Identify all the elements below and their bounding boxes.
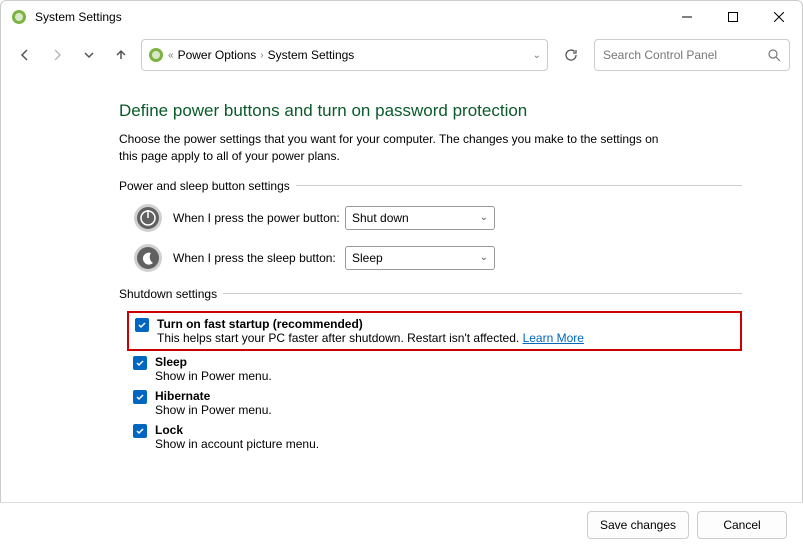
recent-locations-button[interactable] xyxy=(77,43,101,67)
content-area: Define power buttons and turn on passwor… xyxy=(1,77,802,451)
sleep-button-value: Sleep xyxy=(352,251,383,265)
shutdown-settings-group: Shutdown settings Turn on fast startup (… xyxy=(119,287,742,451)
fast-startup-checkbox[interactable] xyxy=(135,318,149,332)
window-title: System Settings xyxy=(35,10,664,24)
power-button-label: When I press the power button: xyxy=(173,211,345,225)
power-button-icon xyxy=(133,203,163,233)
minimize-button[interactable] xyxy=(664,1,710,33)
power-options-icon xyxy=(148,47,164,63)
sleep-button-select[interactable]: Sleep ⌄ xyxy=(345,246,495,270)
sleep-option-label: Sleep xyxy=(155,355,272,369)
breadcrumb-prefix-icon: « xyxy=(168,50,174,61)
hibernate-option-label: Hibernate xyxy=(155,389,272,403)
maximize-button[interactable] xyxy=(710,1,756,33)
sleep-checkbox[interactable] xyxy=(133,356,147,370)
close-button[interactable] xyxy=(756,1,802,33)
navigation-toolbar: « Power Options › System Settings ⌄ Sear… xyxy=(1,33,802,77)
breadcrumb-power-options[interactable]: Power Options xyxy=(178,48,257,62)
lock-option-desc: Show in account picture menu. xyxy=(155,437,319,451)
chevron-down-icon: ⌄ xyxy=(480,212,488,223)
button-settings-legend: Power and sleep button settings xyxy=(119,179,290,193)
breadcrumb-system-settings[interactable]: System Settings xyxy=(268,48,355,62)
up-button[interactable] xyxy=(109,43,133,67)
sleep-button-label: When I press the sleep button: xyxy=(173,251,345,265)
search-icon xyxy=(768,49,781,62)
save-changes-button[interactable]: Save changes xyxy=(587,511,689,539)
chevron-down-icon: ⌄ xyxy=(480,252,488,263)
search-placeholder: Search Control Panel xyxy=(603,48,768,62)
power-options-icon xyxy=(11,9,27,25)
lock-checkbox[interactable] xyxy=(133,424,147,438)
button-settings-group: Power and sleep button settings When I p… xyxy=(119,179,742,273)
page-title: Define power buttons and turn on passwor… xyxy=(119,101,742,121)
titlebar: System Settings xyxy=(1,1,802,33)
back-button[interactable] xyxy=(13,43,37,67)
hibernate-checkbox[interactable] xyxy=(133,390,147,404)
sleep-option-desc: Show in Power menu. xyxy=(155,369,272,383)
power-button-value: Shut down xyxy=(352,211,409,225)
shutdown-settings-legend: Shutdown settings xyxy=(119,287,217,301)
learn-more-link[interactable]: Learn More xyxy=(523,331,584,345)
search-input[interactable]: Search Control Panel xyxy=(594,39,790,71)
page-description: Choose the power settings that you want … xyxy=(119,131,679,165)
fast-startup-desc: This helps start your PC faster after sh… xyxy=(157,331,523,345)
cancel-button[interactable]: Cancel xyxy=(697,511,787,539)
refresh-button[interactable] xyxy=(556,39,586,71)
address-dropdown-button[interactable]: ⌄ xyxy=(533,50,541,61)
sleep-button-icon xyxy=(133,243,163,273)
power-button-select[interactable]: Shut down ⌄ xyxy=(345,206,495,230)
hibernate-option-desc: Show in Power menu. xyxy=(155,403,272,417)
footer-bar: Save changes Cancel xyxy=(0,502,803,546)
fast-startup-label: Turn on fast startup (recommended) xyxy=(157,317,584,331)
chevron-right-icon: › xyxy=(260,50,263,61)
highlight-box: Turn on fast startup (recommended) This … xyxy=(127,311,742,351)
forward-button[interactable] xyxy=(45,43,69,67)
lock-option-label: Lock xyxy=(155,423,319,437)
address-bar[interactable]: « Power Options › System Settings ⌄ xyxy=(141,39,548,71)
